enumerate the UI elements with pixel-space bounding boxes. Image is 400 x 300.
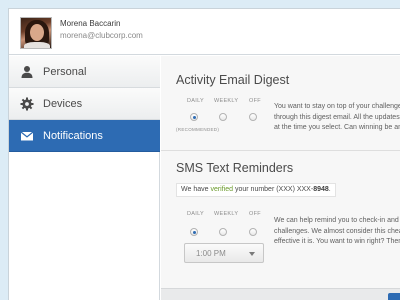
sidebar-item-devices[interactable]: Devices: [9, 88, 160, 120]
settings-sidebar: Personal Devices Notifications: [9, 56, 160, 300]
sms-reminders-title: SMS Text Reminders: [176, 161, 294, 175]
panel-footer: [161, 288, 400, 300]
verify-middle: your number (XXX) XXX-: [234, 186, 314, 193]
save-button[interactable]: [388, 293, 400, 300]
settings-window: Morena Baccarin morena@clubcorp.com Pers…: [8, 8, 400, 300]
sms-off-radio[interactable]: [249, 228, 257, 236]
email-daily-radio[interactable]: [190, 113, 198, 121]
email-digest-description: You want to stay on top of your challeng…: [274, 102, 400, 134]
email-digest-title: Activity Email Digest: [176, 73, 290, 87]
daily-label: DAILY: [187, 98, 204, 104]
weekly-label: WEEKLY: [214, 98, 239, 104]
sidebar-item-label: Devices: [43, 98, 83, 110]
off-label: OFF: [249, 211, 261, 217]
sidebar-item-personal[interactable]: Personal: [9, 56, 160, 88]
daily-label: DAILY: [187, 211, 204, 217]
avatar-shirt: [24, 42, 50, 48]
email-off-radio[interactable]: [249, 113, 257, 121]
sms-reminders-description: We can help remind you to check-in and s…: [274, 216, 400, 248]
sidebar-item-label: Notifications: [43, 130, 103, 142]
verify-suffix: .: [328, 186, 331, 193]
user-email: morena@clubcorp.com: [60, 31, 143, 40]
description-line: effective it is. You want to win right? …: [274, 238, 400, 245]
description-line: You want to stay on top of your challeng…: [274, 103, 400, 110]
profile-header: Morena Baccarin morena@clubcorp.com: [9, 9, 400, 55]
sms-daily-radio[interactable]: [190, 228, 198, 236]
envelope-icon: [20, 131, 34, 141]
description-line: at the time you select. Can winning be a…: [274, 124, 400, 131]
phone-last-digits: 8948: [313, 186, 329, 193]
verified-number-notice: We have verified your number (XXX) XXX-8…: [176, 183, 336, 197]
sidebar-item-notifications[interactable]: Notifications: [9, 120, 160, 152]
verify-prefix: We have: [181, 186, 209, 193]
reminder-time-select[interactable]: 1:00 PM: [184, 243, 264, 263]
chevron-down-icon: [249, 252, 255, 256]
recommended-note: (RECOMMENDED): [176, 127, 220, 132]
avatar[interactable]: [20, 17, 52, 49]
description-line: We can help remind you to check-in and s…: [274, 217, 400, 224]
avatar-face: [30, 24, 44, 41]
gear-icon: [20, 97, 34, 111]
person-icon: [21, 66, 33, 78]
notifications-panel: Activity Email Digest DAILY WEEKLY OFF (…: [161, 56, 400, 300]
off-label: OFF: [249, 98, 261, 104]
weekly-label: WEEKLY: [214, 211, 239, 217]
reminder-time-value: 1:00 PM: [196, 249, 226, 258]
description-line: challenges. We almost consider this chea…: [274, 227, 400, 235]
user-name: Morena Baccarin: [60, 19, 121, 28]
verified-status: verified: [210, 186, 234, 193]
section-divider: [161, 150, 400, 151]
description-line: through this digest email. All the updat…: [274, 113, 400, 121]
sms-weekly-radio[interactable]: [219, 228, 227, 236]
email-weekly-radio[interactable]: [219, 113, 227, 121]
sidebar-item-label: Personal: [43, 66, 87, 78]
